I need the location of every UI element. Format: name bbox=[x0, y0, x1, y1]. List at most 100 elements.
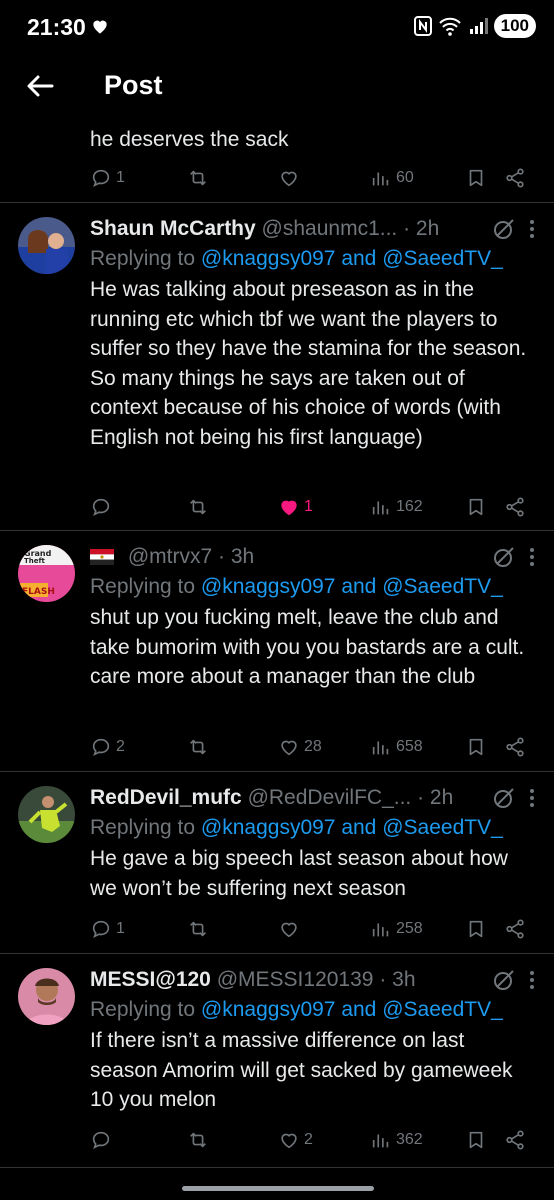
retweet-icon bbox=[190, 1132, 206, 1148]
avatar[interactable] bbox=[18, 786, 75, 843]
mention-link[interactable]: @SaeedTV_ bbox=[382, 998, 503, 1021]
like-button[interactable]: 28 bbox=[278, 734, 322, 760]
share-button[interactable] bbox=[504, 734, 526, 760]
share-button[interactable] bbox=[504, 1127, 526, 1153]
bookmark-button[interactable] bbox=[465, 165, 487, 191]
partial-tweet[interactable]: he deserves the sack 1 60 bbox=[0, 118, 554, 203]
home-indicator[interactable] bbox=[182, 1186, 374, 1191]
retweet-button[interactable] bbox=[187, 494, 209, 520]
mention-link[interactable]: @SaeedTV_ bbox=[382, 575, 503, 598]
grok-icon[interactable] bbox=[492, 786, 516, 810]
back-arrow-icon[interactable] bbox=[24, 70, 56, 102]
views-button[interactable]: 162 bbox=[370, 494, 423, 520]
retweet-icon bbox=[190, 499, 206, 515]
more-icon[interactable] bbox=[528, 968, 536, 992]
mention-and: and bbox=[341, 247, 377, 270]
retweet-button[interactable] bbox=[187, 734, 209, 760]
like-count: 28 bbox=[304, 738, 322, 755]
more-icon[interactable] bbox=[528, 545, 536, 569]
bookmark-button[interactable] bbox=[465, 916, 487, 942]
tweet-actions: 2 28 658 bbox=[90, 734, 536, 760]
share-button[interactable] bbox=[504, 165, 526, 191]
bookmark-button[interactable] bbox=[465, 494, 487, 520]
retweet-button[interactable] bbox=[187, 916, 209, 942]
svg-text:Theft: Theft bbox=[24, 557, 46, 565]
views-icon bbox=[372, 741, 389, 755]
avatar[interactable] bbox=[18, 968, 75, 1025]
views-button[interactable]: 362 bbox=[370, 1127, 423, 1153]
share-icon bbox=[506, 919, 524, 939]
reply-icon bbox=[92, 920, 110, 938]
like-icon bbox=[281, 171, 297, 187]
tweet[interactable]: RedDevil_mufc @RedDevilFC_... · 2h Reply… bbox=[0, 772, 554, 954]
bookmark-icon bbox=[469, 498, 483, 516]
retweet-icon bbox=[190, 739, 206, 755]
user-handle[interactable]: @mtrvx7 bbox=[128, 545, 212, 568]
mention-link[interactable]: @SaeedTV_ bbox=[382, 816, 503, 839]
bookmark-button[interactable] bbox=[465, 734, 487, 760]
retweet-button[interactable] bbox=[187, 165, 209, 191]
like-count: 1 bbox=[304, 498, 313, 515]
tweet-text: If there isn’t a massive difference on l… bbox=[90, 1029, 513, 1111]
share-button[interactable] bbox=[504, 916, 526, 942]
tweet-time: · 3h bbox=[218, 545, 255, 568]
tweet[interactable]: MESSI@120 @MESSI120139 · 3h Replying to … bbox=[0, 954, 554, 1168]
views-button[interactable]: 258 bbox=[370, 916, 423, 942]
retweet-button[interactable] bbox=[187, 1127, 209, 1153]
tweet[interactable]: Grand Theft FLASH @mtrvx7 · 3h Replying to… bbox=[0, 531, 554, 772]
views-icon bbox=[372, 1134, 389, 1148]
share-button[interactable] bbox=[504, 494, 526, 520]
views-icon bbox=[372, 923, 389, 937]
bookmark-icon bbox=[469, 169, 483, 187]
display-name[interactable]: RedDevil_mufc bbox=[90, 786, 242, 809]
grok-icon[interactable] bbox=[492, 545, 516, 569]
mention-link[interactable]: @knaggsy097 bbox=[201, 998, 336, 1021]
mention-link[interactable]: @knaggsy097 bbox=[201, 247, 336, 270]
more-icon[interactable] bbox=[528, 786, 536, 810]
tweet-text: He gave a big speech last season about h… bbox=[90, 847, 508, 900]
more-icon[interactable] bbox=[528, 217, 536, 241]
grok-icon[interactable] bbox=[492, 968, 516, 992]
retweet-icon bbox=[190, 170, 206, 186]
reply-button[interactable]: 1 bbox=[90, 916, 125, 942]
like-icon bbox=[281, 922, 297, 938]
views-button[interactable]: 658 bbox=[370, 734, 423, 760]
like-button[interactable]: 2 bbox=[278, 1127, 313, 1153]
reply-button[interactable] bbox=[90, 494, 116, 520]
avatar[interactable]: Grand Theft FLASH bbox=[18, 545, 75, 602]
bookmark-button[interactable] bbox=[465, 1127, 487, 1153]
avatar[interactable] bbox=[18, 217, 75, 274]
reply-button[interactable]: 1 bbox=[90, 165, 125, 191]
display-name[interactable]: MESSI@120 bbox=[90, 968, 211, 991]
view-count: 658 bbox=[396, 738, 423, 755]
status-bar: 21:30 100 bbox=[0, 0, 554, 56]
tweet[interactable]: Shaun McCarthy @shaunmc1... · 2h Replyin… bbox=[0, 203, 554, 531]
bookmark-icon bbox=[469, 920, 483, 938]
display-name[interactable]: Shaun McCarthy bbox=[90, 217, 256, 240]
mention-link[interactable]: @knaggsy097 bbox=[201, 816, 336, 839]
user-handle[interactable]: @RedDevilFC_... bbox=[248, 786, 412, 809]
views-button[interactable]: 60 bbox=[370, 165, 414, 191]
reply-icon bbox=[92, 498, 110, 516]
mention-link[interactable]: @knaggsy097 bbox=[201, 575, 336, 598]
tweet-actions: 1 60 bbox=[90, 165, 536, 191]
user-handle[interactable]: @shaunmc1... bbox=[262, 217, 398, 240]
svg-text:FLASH: FLASH bbox=[22, 587, 55, 597]
reply-button[interactable] bbox=[90, 1127, 112, 1153]
like-button[interactable] bbox=[278, 165, 300, 191]
grok-icon[interactable] bbox=[492, 217, 516, 241]
tweet-time: · 2h bbox=[417, 786, 454, 809]
signal-icon bbox=[469, 18, 488, 34]
wifi-icon bbox=[438, 17, 461, 36]
top-app-bar: Post bbox=[0, 56, 554, 118]
tweet-header: RedDevil_mufc @RedDevilFC_... · 2h bbox=[90, 784, 536, 812]
reply-button[interactable]: 2 bbox=[90, 734, 125, 760]
view-count: 362 bbox=[396, 1131, 423, 1148]
like-button[interactable]: 1 bbox=[278, 494, 313, 520]
reply-icon bbox=[92, 169, 110, 187]
user-handle[interactable]: @MESSI120139 bbox=[217, 968, 374, 991]
share-icon bbox=[506, 168, 524, 188]
like-button[interactable] bbox=[278, 916, 300, 942]
mention-and: and bbox=[341, 575, 377, 598]
mention-link[interactable]: @SaeedTV_ bbox=[382, 247, 503, 270]
